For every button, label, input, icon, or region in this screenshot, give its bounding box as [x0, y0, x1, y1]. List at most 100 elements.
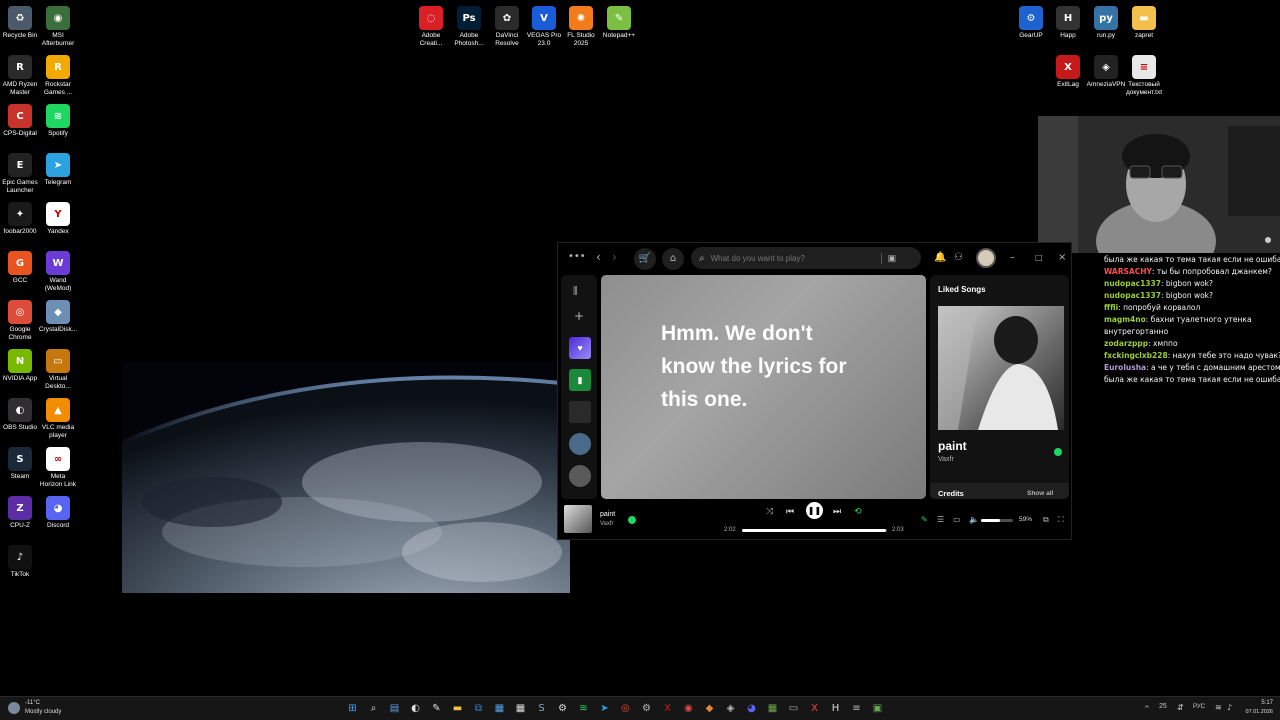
desktop-shortcut[interactable]: N NVIDIA App: [0, 349, 40, 383]
desktop-shortcut[interactable]: ✺ FL Studio 2025: [561, 6, 601, 47]
tray-badge-count[interactable]: 25: [1159, 703, 1167, 710]
track-title[interactable]: paint: [938, 439, 967, 453]
lyrics-icon[interactable]: ✎: [921, 515, 928, 525]
desktop-shortcut[interactable]: E Epic Games Launcher: [0, 153, 40, 194]
desktop-shortcut[interactable]: py run.py: [1086, 6, 1126, 40]
desktop-shortcut[interactable]: ♻ Recycle Bin: [0, 6, 40, 40]
mini-player-icon[interactable]: ⧉: [1043, 515, 1049, 525]
file-explorer-icon[interactable]: ▤: [387, 701, 402, 716]
search-bar[interactable]: ⌕ ▣: [691, 247, 921, 269]
notifications-icon[interactable]: 🔔: [934, 253, 946, 263]
clock-date[interactable]: 07.01.2026: [1241, 709, 1273, 715]
previous-icon[interactable]: ⏮: [786, 507, 794, 517]
happ-icon[interactable]: H: [828, 701, 843, 716]
desktop-shortcut[interactable]: ◌ Adobe Creati...: [411, 6, 451, 47]
desktop-shortcut[interactable]: ▲ VLC media player: [38, 398, 78, 439]
create-playlist-icon[interactable]: +: [574, 310, 584, 322]
minimize-icon[interactable]: –: [1010, 253, 1015, 263]
playlist-thumb[interactable]: [569, 401, 591, 423]
media-icon[interactable]: ▦: [492, 701, 507, 716]
app-icon[interactable]: ▣: [870, 701, 885, 716]
desktop-shortcut[interactable]: R Rockstar Games ...: [38, 55, 78, 96]
chat-username[interactable]: magm4no: [1104, 315, 1146, 324]
desktop-shortcut[interactable]: W Wand (WeMod): [38, 251, 78, 292]
desktop-shortcut[interactable]: H Happ: [1048, 6, 1088, 40]
desktop-shortcut[interactable]: ◉ MSI Afterburner: [38, 6, 78, 47]
repeat-icon[interactable]: ⟲: [854, 507, 862, 517]
record-icon[interactable]: ◉: [681, 701, 696, 716]
pen-icon[interactable]: ✎: [429, 701, 444, 716]
chat-username[interactable]: nudopac1337: [1104, 291, 1161, 300]
speaker-icon[interactable]: ♪: [1227, 703, 1232, 713]
chrome-icon[interactable]: ◎: [618, 701, 633, 716]
artist-thumb[interactable]: [569, 465, 591, 487]
task-manager-icon[interactable]: ≡: [849, 701, 864, 716]
exitlag-icon[interactable]: X: [807, 701, 822, 716]
minecraft-icon[interactable]: ▦: [765, 701, 780, 716]
back-icon[interactable]: ‹: [596, 251, 601, 263]
avatar[interactable]: [976, 248, 996, 268]
wifi-icon[interactable]: ≋: [1215, 703, 1222, 713]
chat-username[interactable]: nudopac1337: [1104, 279, 1161, 288]
desktop-shortcut[interactable]: ≡ Текстовый документ.txt: [1124, 55, 1164, 96]
desktop-shortcut[interactable]: ◆ CrystalDisk...: [38, 300, 78, 334]
show-all-link[interactable]: Show all: [1027, 490, 1053, 497]
volume-icon[interactable]: 🔈: [969, 515, 979, 525]
desktop-shortcut[interactable]: ➤ Telegram: [38, 153, 78, 187]
desktop-shortcut[interactable]: V VEGAS Pro 23.0: [524, 6, 564, 47]
desktop-shortcut[interactable]: ♪ TikTok: [0, 545, 40, 579]
connect-device-icon[interactable]: ▭: [953, 515, 961, 525]
exitlag-icon[interactable]: X: [660, 701, 675, 716]
store-icon[interactable]: 🛒: [634, 248, 656, 270]
more-options-icon[interactable]: •••: [568, 252, 586, 262]
maximize-icon[interactable]: □: [1035, 253, 1043, 263]
start-icon[interactable]: ⊞: [345, 701, 360, 716]
current-track-artist[interactable]: Vaxfr: [600, 521, 614, 527]
weather-temp[interactable]: -11°C: [25, 700, 40, 706]
current-track-art[interactable]: [564, 505, 592, 533]
telegram-icon[interactable]: ➤: [597, 701, 612, 716]
desktop-shortcut[interactable]: ⚙ GearUP: [1011, 6, 1051, 40]
close-icon[interactable]: ×: [1058, 253, 1066, 263]
network-icon[interactable]: ⇵: [1177, 703, 1184, 713]
folder-icon[interactable]: ▬: [450, 701, 465, 716]
search-input[interactable]: [710, 253, 881, 263]
desktop-shortcut[interactable]: ▬ zapret: [1124, 6, 1164, 40]
vscode-icon[interactable]: ⧉: [471, 701, 486, 716]
library-icon[interactable]: ⫼: [573, 287, 578, 297]
friends-activity-icon[interactable]: ⚇: [954, 253, 963, 263]
spotify-icon[interactable]: ≋: [576, 701, 591, 716]
settings-icon[interactable]: ⚙: [555, 701, 570, 716]
desktop-shortcut[interactable]: ✦ foobar2000: [0, 202, 40, 236]
desktop-shortcut[interactable]: ▭ Virtual Deskto...: [38, 349, 78, 390]
browse-icon[interactable]: ▣: [880, 252, 896, 264]
desktop-shortcut[interactable]: ✿ DaVinci Resolve: [487, 6, 527, 47]
desktop-shortcut[interactable]: R AMD Ryzen Master: [0, 55, 40, 96]
saved-check-icon[interactable]: [1054, 448, 1062, 456]
chat-username[interactable]: fffii: [1104, 303, 1118, 312]
shield-icon[interactable]: ◆: [702, 701, 717, 716]
desktop-shortcut[interactable]: X ExitLag: [1048, 55, 1088, 89]
amnezia-icon[interactable]: ◈: [723, 701, 738, 716]
saved-check-icon[interactable]: [628, 516, 636, 524]
desktop-shortcut[interactable]: C CPS-Digital: [0, 104, 40, 138]
queue-icon[interactable]: ☰: [937, 515, 944, 525]
chat-username[interactable]: zodarzppp: [1104, 339, 1148, 348]
desktop-shortcut[interactable]: S Steam: [0, 447, 40, 481]
desktop-shortcut[interactable]: ◐ OBS Studio: [0, 398, 40, 432]
home-icon[interactable]: ⌂: [662, 248, 684, 270]
desktop-shortcut[interactable]: G GCC: [0, 251, 40, 285]
terminal-icon[interactable]: ▭: [786, 701, 801, 716]
calendar-icon[interactable]: ▦: [513, 701, 528, 716]
progress-bar[interactable]: [742, 529, 887, 532]
discord-icon[interactable]: ◕: [744, 701, 759, 716]
desktop-shortcut[interactable]: ◎ Google Chrome: [0, 300, 40, 341]
fullscreen-icon[interactable]: ⛶: [1058, 515, 1064, 525]
clock-time[interactable]: 5:17: [1241, 700, 1273, 706]
gear-icon[interactable]: ⚙: [639, 701, 654, 716]
desktop-shortcut[interactable]: Z CPU-Z: [0, 496, 40, 530]
search-icon[interactable]: ⌕: [366, 701, 381, 716]
volume-slider[interactable]: [981, 519, 1013, 522]
forward-icon[interactable]: ›: [612, 251, 617, 263]
desktop-shortcut[interactable]: ◕ Discord: [38, 496, 78, 530]
